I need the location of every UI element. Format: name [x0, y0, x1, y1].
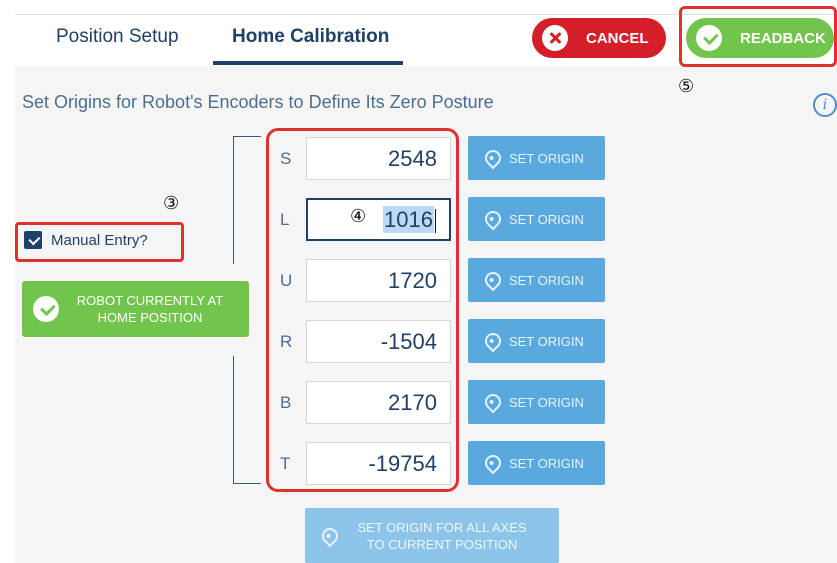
set-origin-button-s[interactable]: SET ORIGIN: [468, 136, 605, 180]
set-origin-label: SET ORIGIN: [509, 272, 584, 288]
location-pin-icon: [481, 390, 505, 414]
axes-bracket: [233, 136, 261, 484]
robot-at-home-label: ROBOT CURRENTLY AT HOME POSITION: [65, 292, 235, 326]
cancel-label: CANCEL: [586, 29, 649, 47]
location-pin-icon: [481, 329, 505, 353]
location-pin-icon: [481, 207, 505, 231]
set-origin-button-r[interactable]: SET ORIGIN: [468, 319, 605, 363]
set-origin-label: SET ORIGIN: [509, 455, 584, 471]
cancel-button[interactable]: CANCEL: [532, 18, 666, 58]
location-pin-icon: [481, 268, 505, 292]
highlight-box-readback: [679, 6, 837, 67]
robot-at-home-button[interactable]: ROBOT CURRENTLY AT HOME POSITION: [22, 281, 249, 337]
close-icon: [542, 25, 568, 51]
info-icon[interactable]: i: [813, 93, 837, 117]
active-tab-indicator: [213, 61, 403, 65]
page-title: Set Origins for Robot's Encoders to Defi…: [22, 92, 494, 112]
check-circle-icon: [33, 296, 59, 322]
set-origin-label: SET ORIGIN: [509, 333, 584, 349]
annotation-number-4: ④: [350, 206, 367, 227]
set-origin-all-label: SET ORIGIN FOR ALL AXES TO CURRENT POSIT…: [342, 519, 542, 553]
home-line-1: ROBOT CURRENTLY AT: [76, 293, 224, 308]
tab-position-setup[interactable]: Position Setup: [56, 26, 179, 48]
set-all-line-1: SET ORIGIN FOR ALL AXES: [357, 519, 527, 535]
set-origin-all-axes-button[interactable]: SET ORIGIN FOR ALL AXES TO CURRENT POSIT…: [305, 508, 559, 563]
set-origin-button-l[interactable]: SET ORIGIN: [468, 197, 605, 241]
tab-home-calibration[interactable]: Home Calibration: [232, 26, 389, 48]
set-origin-label: SET ORIGIN: [509, 394, 584, 410]
home-line-2: HOME POSITION: [97, 310, 203, 325]
set-origin-button-u[interactable]: SET ORIGIN: [468, 258, 605, 302]
set-all-line-2: TO CURRENT POSITION: [366, 536, 518, 552]
set-origin-label: SET ORIGIN: [509, 150, 584, 166]
location-pin-icon: [481, 451, 505, 475]
highlight-box-manual-entry: [15, 222, 184, 262]
annotation-number-5: ⑤: [678, 76, 695, 97]
set-origin-button-t[interactable]: SET ORIGIN: [468, 441, 605, 485]
location-pin-icon: [318, 524, 342, 547]
annotation-number-3: ③: [163, 193, 180, 214]
highlight-box-axis-fields: [266, 128, 459, 492]
set-origin-label: SET ORIGIN: [509, 211, 584, 227]
location-pin-icon: [481, 146, 505, 170]
set-origin-button-b[interactable]: SET ORIGIN: [468, 380, 605, 424]
